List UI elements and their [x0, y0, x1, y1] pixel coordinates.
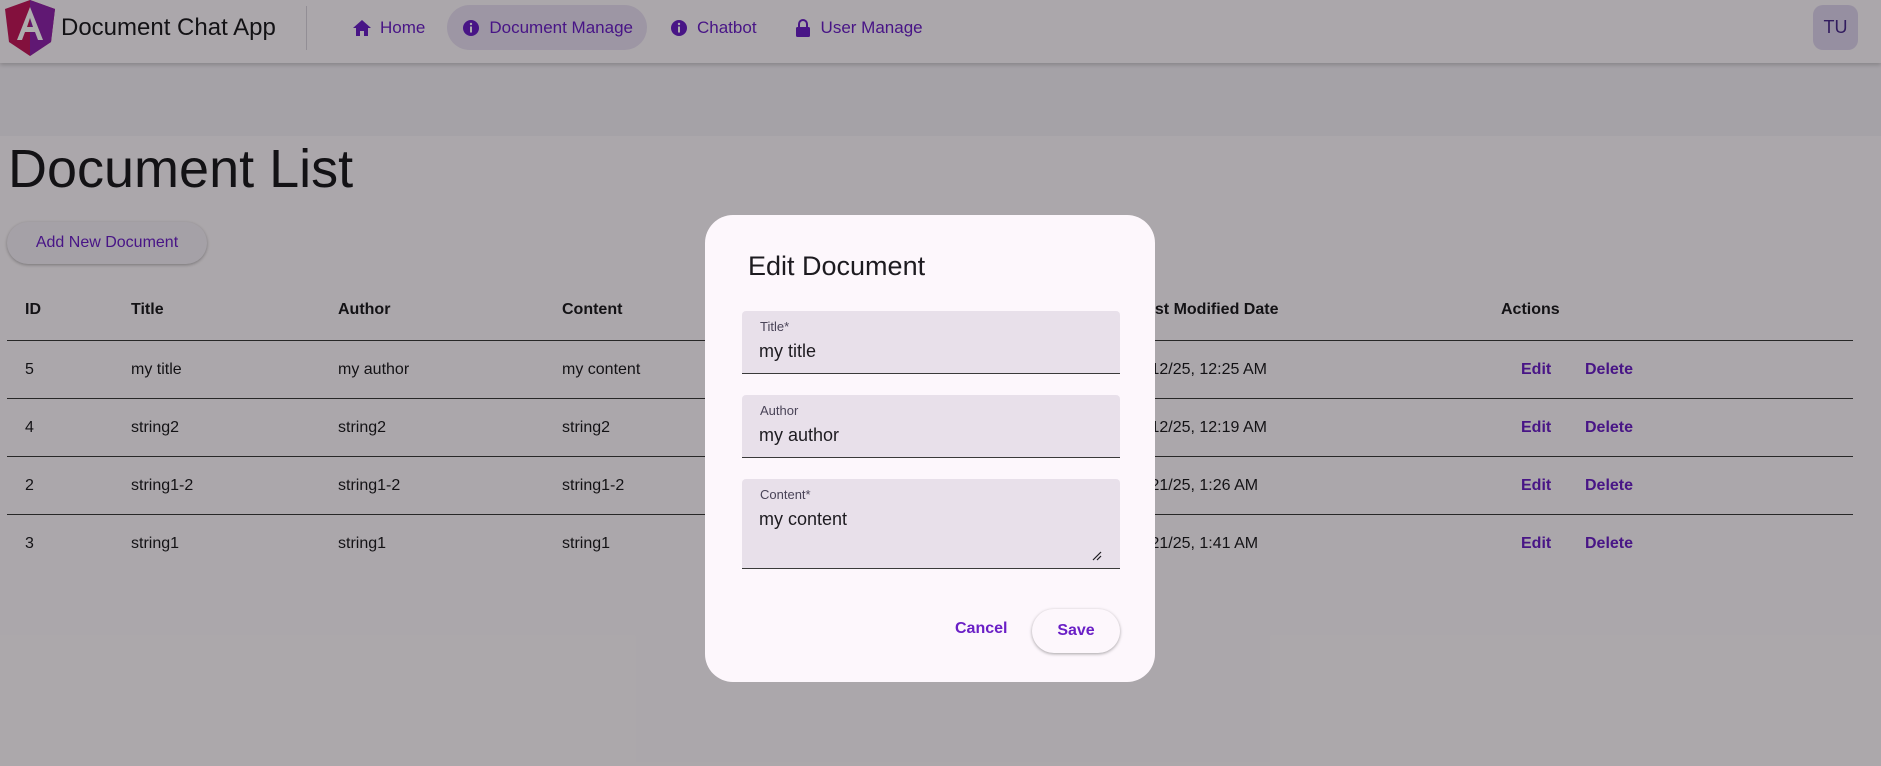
author-input[interactable] [759, 425, 1099, 446]
dialog-title: Edit Document [748, 251, 926, 281]
content-textarea[interactable]: my content [759, 509, 1099, 549]
resize-handle-icon[interactable] [1092, 548, 1102, 561]
save-button[interactable]: Save [1032, 609, 1120, 653]
title-field-label: Title* [760, 319, 790, 334]
title-field: Title* [742, 311, 1120, 374]
cancel-button[interactable]: Cancel [943, 609, 1019, 649]
content-field: Content* my content [742, 479, 1120, 569]
edit-document-dialog: Edit Document Title* Author Content* my … [705, 215, 1155, 682]
author-field-label: Author [760, 403, 799, 418]
author-field: Author [742, 395, 1120, 458]
title-input[interactable] [759, 341, 1099, 362]
content-field-label: Content* [760, 487, 811, 502]
